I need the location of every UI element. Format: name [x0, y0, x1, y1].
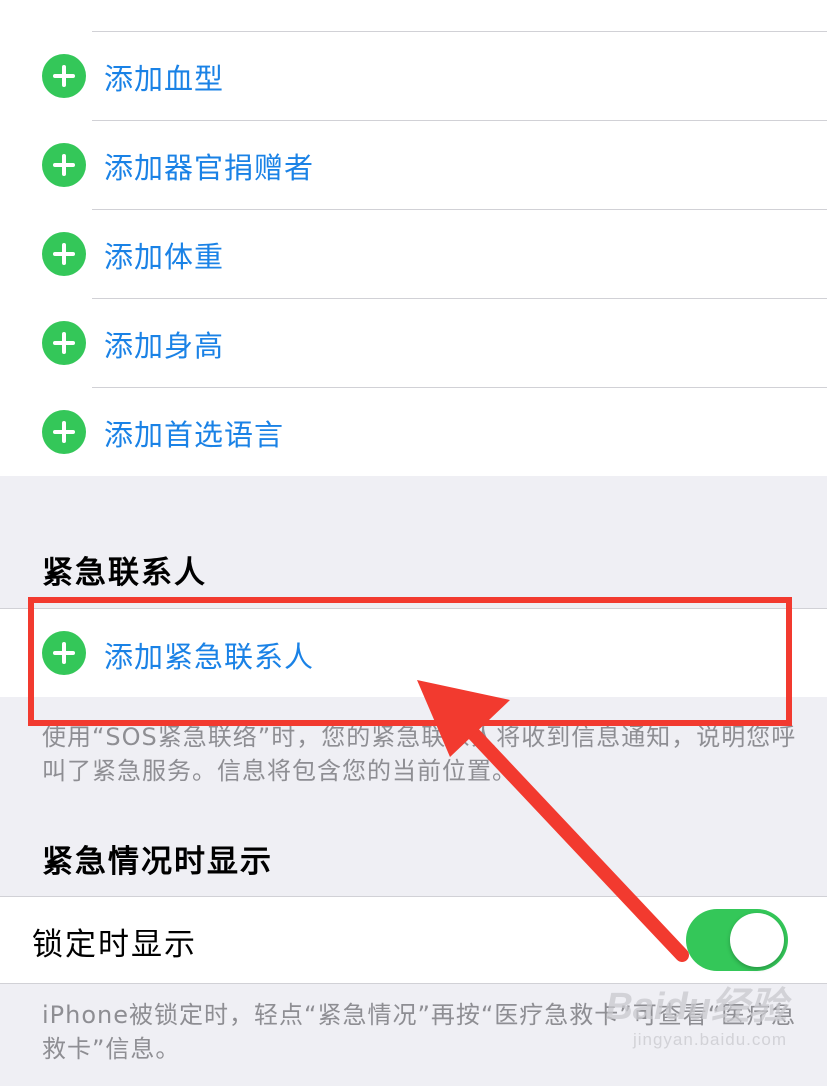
toggle-knob: [730, 913, 784, 967]
row-separator: [92, 120, 827, 121]
plus-circle-icon: [42, 232, 86, 276]
add-height-label: 添加身高: [104, 329, 225, 363]
add-blood-type-row[interactable]: 添加血型: [0, 31, 827, 120]
show-when-locked-label: 锁定时显示: [32, 927, 197, 963]
emergency-contacts-footer: 使用“SOS紧急联络”时，您的紧急联系人将收到信息通知，说明您呼叫了紧急服务。信…: [42, 723, 797, 785]
add-organ-donor-label: 添加器官捐赠者: [104, 151, 315, 185]
row-separator: [92, 298, 827, 299]
add-height-row[interactable]: 添加身高: [0, 298, 827, 387]
show-when-locked-toggle[interactable]: [686, 909, 788, 971]
row-separator: [92, 31, 827, 32]
add-preferred-language-label: 添加首选语言: [104, 418, 285, 452]
show-when-locked-header: 紧急情况时显示: [42, 844, 273, 880]
plus-circle-icon: [42, 54, 86, 98]
medical-info-group: 添加血型 添加器官捐赠者 添加体重 添加身高 添加首选语言: [0, 0, 827, 476]
plus-circle-icon: [42, 321, 86, 365]
add-preferred-language-row[interactable]: 添加首选语言: [0, 387, 827, 476]
row-separator: [92, 209, 827, 210]
add-blood-type-label: 添加血型: [104, 62, 225, 96]
plus-circle-icon: [42, 143, 86, 187]
add-organ-donor-row[interactable]: 添加器官捐赠者: [0, 120, 827, 209]
add-weight-row[interactable]: 添加体重: [0, 209, 827, 298]
plus-circle-icon: [42, 410, 86, 454]
watermark-brand: Baidu经验: [605, 986, 787, 1028]
baidu-watermark: Baidu经验 jingyan.baidu.com: [605, 975, 787, 1050]
emergency-contacts-header: 紧急联系人: [42, 555, 207, 591]
add-weight-label: 添加体重: [104, 240, 225, 274]
annotation-highlight-box: [28, 597, 792, 726]
watermark-url: jingyan.baidu.com: [632, 1030, 787, 1049]
row-separator: [92, 387, 827, 388]
